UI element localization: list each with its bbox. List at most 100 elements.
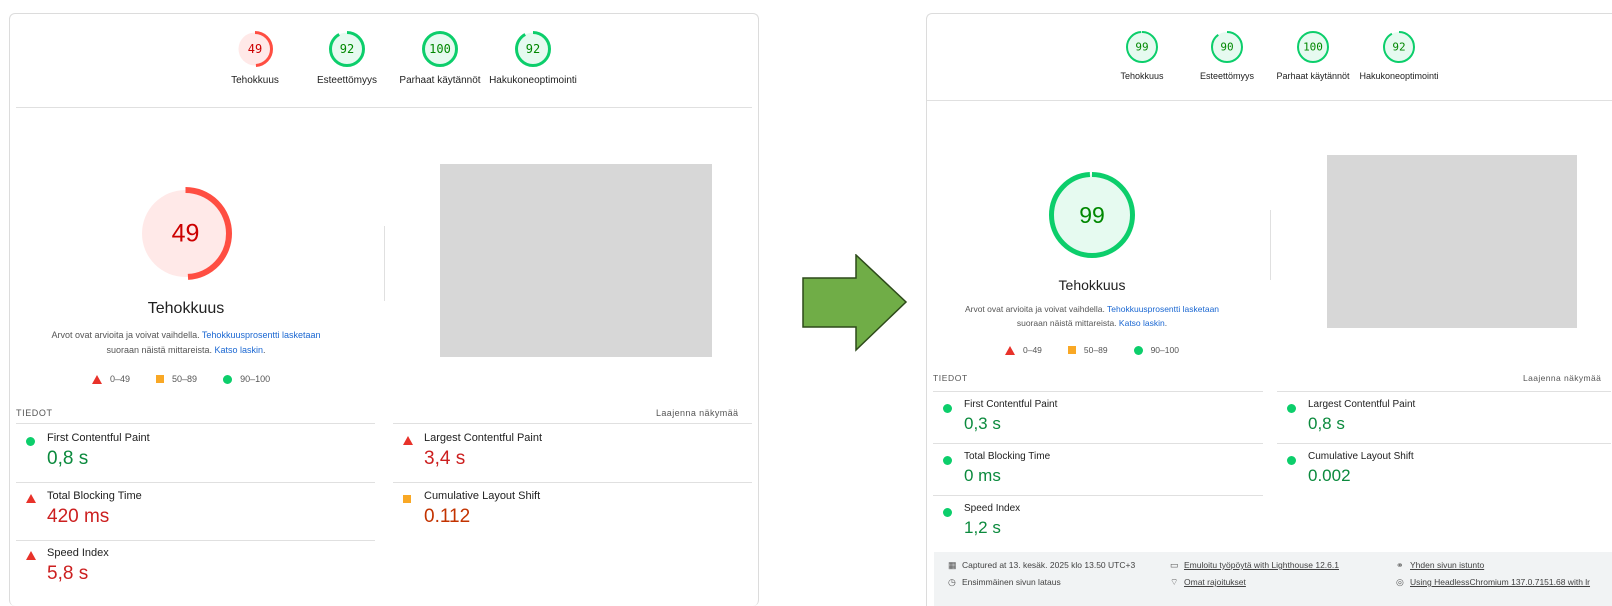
report-footer: ▦ Captured at 13. kesäk. 2025 klo 13.50 U… bbox=[934, 552, 1612, 606]
gauge-ring: 92 bbox=[329, 31, 365, 67]
footer-browser[interactable]: ◎ Using HeadlessChromium 137.0.7151.68 wi… bbox=[1396, 577, 1590, 587]
metrics-section-title: TIEDOT bbox=[16, 408, 53, 418]
metric-value: 420 ms bbox=[47, 506, 110, 527]
gauge-label: Esteettömyys bbox=[316, 75, 378, 86]
metrics-section-title: TIEDOT bbox=[933, 373, 968, 383]
metric-title: Largest Contentful Paint bbox=[424, 432, 543, 444]
gauge-ring: 99 bbox=[1126, 31, 1158, 63]
gauge-label: Tehokkuus bbox=[1120, 71, 1164, 81]
metric-value: 0,8 s bbox=[1308, 414, 1345, 433]
page-screenshot[interactable] bbox=[440, 164, 712, 357]
footer-emulated[interactable]: ▭ Emuloitu työpöytä with Lighthouse 12.6.… bbox=[1170, 560, 1339, 570]
calculation-link[interactable]: Tehokkuusprosentti lasketaan bbox=[1107, 304, 1219, 314]
gauge-performance[interactable]: 99 Tehokkuus bbox=[1097, 30, 1187, 81]
vertical-separator bbox=[1270, 210, 1271, 280]
gauge-label: Parhaat käytännöt bbox=[399, 75, 481, 86]
fail-indicator-icon bbox=[26, 494, 36, 503]
pass-indicator-icon bbox=[26, 437, 35, 446]
footer-text: Yhden sivun istunto bbox=[1410, 560, 1485, 570]
metric-title: Total Blocking Time bbox=[964, 451, 1051, 462]
pass-indicator-icon bbox=[943, 456, 952, 465]
gauge-best-practices[interactable]: 100 Parhaat käytännöt bbox=[395, 30, 485, 86]
metric-value: 5,8 s bbox=[47, 563, 89, 584]
gauge-ring: 92 bbox=[515, 31, 551, 67]
metric-value: 0,3 s bbox=[964, 414, 1001, 433]
metric-cls: Cumulative Layout Shift 0.112 bbox=[393, 490, 752, 535]
metric-divider bbox=[393, 423, 752, 424]
metric-value: 3,4 s bbox=[424, 448, 466, 469]
timer-icon: ◷ bbox=[948, 576, 956, 587]
gauge-label: Tehokkuus bbox=[231, 75, 279, 86]
metric-divider bbox=[16, 423, 375, 424]
desc-text: Arvot ovat arvioita ja voivat vaihdella. bbox=[51, 330, 200, 340]
gauge-label: Esteettömyys bbox=[1199, 71, 1255, 81]
legend-label: 50–89 bbox=[172, 374, 198, 384]
desc-end: . bbox=[263, 345, 266, 355]
main-gauge-ring: 49 bbox=[139, 187, 232, 280]
gauge-ring: 100 bbox=[1297, 31, 1329, 63]
chrome-icon: ◎ bbox=[1396, 576, 1404, 587]
gauge-score: 99 bbox=[1135, 41, 1148, 54]
footer-initial-load: ◷ Ensimmäinen sivun lataus bbox=[948, 577, 1061, 587]
desc-text: Arvot ovat arvioita ja voivat vaihdella. bbox=[964, 304, 1105, 314]
metric-title: First Contentful Paint bbox=[47, 432, 150, 444]
gauge-score: 49 bbox=[248, 42, 262, 56]
expand-view-toggle[interactable]: Laajenna näkymää bbox=[656, 408, 738, 418]
metric-value: 0,8 s bbox=[47, 448, 89, 469]
metric-si: Speed Index 5,8 s bbox=[16, 547, 375, 592]
legend-average: 50–89 bbox=[1067, 345, 1108, 355]
header-divider bbox=[16, 107, 752, 108]
performance-main-gauge: 99 bbox=[1048, 171, 1136, 259]
gauge-ring: 90 bbox=[1211, 31, 1243, 63]
metric-divider bbox=[16, 482, 375, 483]
expand-view-toggle[interactable]: Laajenna näkymää bbox=[1523, 373, 1601, 383]
metric-value: 0.112 bbox=[424, 506, 471, 527]
calculator-link[interactable]: Katso laskin bbox=[215, 345, 264, 355]
gauge-best-practices[interactable]: 100 Parhaat käytännöt bbox=[1268, 30, 1358, 81]
metric-lcp: Largest Contentful Paint 0,8 s bbox=[1277, 399, 1611, 441]
gauge-performance[interactable]: 49 Tehokkuus bbox=[210, 30, 300, 86]
footer-session[interactable]: ⚭ Yhden sivun istunto bbox=[1396, 560, 1484, 570]
calculation-link[interactable]: Tehokkuusprosentti lasketaan bbox=[202, 330, 321, 340]
main-gauge-title: Tehokkuus bbox=[147, 300, 225, 317]
calendar-icon: ▦ bbox=[948, 559, 957, 570]
gauge-score: 92 bbox=[1392, 41, 1405, 54]
metric-divider bbox=[933, 443, 1263, 444]
metric-title: Total Blocking Time bbox=[47, 490, 142, 502]
footer-throttling[interactable]: ⌔ Omat rajoitukset bbox=[1170, 577, 1246, 587]
gauge-ring: 49 bbox=[237, 31, 273, 67]
legend-fail: 0–49 bbox=[1005, 345, 1042, 355]
main-gauge-title: Tehokkuus bbox=[1058, 277, 1126, 293]
legend-pass: 90–100 bbox=[223, 374, 270, 384]
wifi-icon: ⌔ bbox=[1170, 576, 1179, 587]
gauge-score: 49 bbox=[172, 220, 200, 248]
pass-circle-icon bbox=[223, 374, 233, 384]
desc-text: suoraan näistä mittareista. bbox=[1016, 318, 1117, 328]
footer-text: Using HeadlessChromium 137.0.7151.68 wit… bbox=[1410, 577, 1591, 587]
fail-indicator-icon bbox=[403, 436, 413, 445]
footer-text: Omat rajoitukset bbox=[1184, 577, 1246, 587]
average-square-icon bbox=[1067, 346, 1076, 354]
metric-value: 1,2 s bbox=[964, 518, 1001, 537]
metric-lcp: Largest Contentful Paint 3,4 s bbox=[393, 432, 752, 477]
legend-label: 50–89 bbox=[1083, 345, 1108, 355]
gauge-seo[interactable]: 92 Hakukoneoptimointi bbox=[1354, 30, 1444, 81]
score-legend: 0–49 50–89 90–100 bbox=[92, 374, 270, 384]
header-divider bbox=[927, 100, 1612, 101]
gauge-seo[interactable]: 92 Hakukoneoptimointi bbox=[488, 30, 578, 86]
metric-tbt: Total Blocking Time 0 ms bbox=[933, 451, 1263, 493]
calculator-link[interactable]: Katso laskin bbox=[1119, 318, 1165, 328]
pass-indicator-icon bbox=[1287, 456, 1296, 465]
metric-title: Cumulative Layout Shift bbox=[424, 490, 541, 502]
metric-value: 0 ms bbox=[964, 466, 1001, 485]
pass-indicator-icon bbox=[1287, 404, 1296, 413]
metric-fcp: First Contentful Paint 0,8 s bbox=[16, 432, 375, 477]
right-arrow-icon bbox=[802, 254, 908, 352]
legend-label: 0–49 bbox=[1023, 345, 1042, 355]
laptop-icon: ▭ bbox=[1170, 559, 1179, 570]
gauge-accessibility[interactable]: 92 Esteettömyys bbox=[302, 30, 392, 86]
page-screenshot[interactable] bbox=[1327, 155, 1577, 328]
gauge-accessibility[interactable]: 90 Esteettömyys bbox=[1182, 30, 1272, 81]
gauge-score: 90 bbox=[1220, 41, 1233, 54]
metric-si: Speed Index 1,2 s bbox=[933, 503, 1263, 545]
